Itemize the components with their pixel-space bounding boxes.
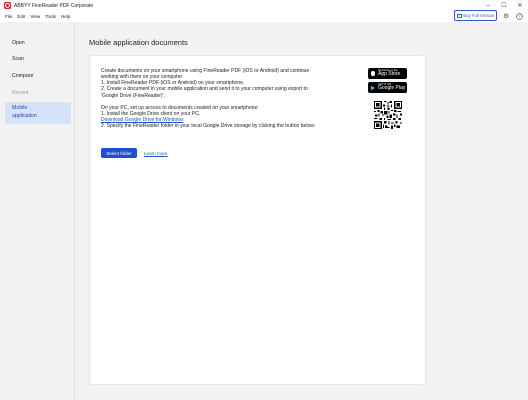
menu-file[interactable]: File	[5, 14, 12, 19]
google-play-label: Google Play	[378, 85, 406, 92]
qr-code-icon	[374, 101, 402, 129]
description: Create documents on your smartphone usin…	[101, 68, 351, 129]
google-play-badge[interactable]: GET IT ON Google Play	[368, 82, 407, 93]
sidebar-item-recent: Recent	[12, 90, 29, 96]
sidebar-item-mobile-application[interactable]: Mobile application	[5, 102, 71, 124]
desc-line: 2. Specify the FineReader folder in your…	[101, 123, 316, 130]
main-content: Mobile application documents Create docu…	[76, 22, 528, 400]
sidebar-item-open[interactable]: Open	[5, 40, 71, 46]
learn-more-link[interactable]: Learn more	[144, 151, 168, 156]
gear-icon[interactable]: ⚙	[502, 12, 510, 20]
buy-full-version-button[interactable]: Buy Full Version	[454, 10, 497, 21]
menu-edit[interactable]: Edit	[17, 14, 25, 19]
abbyy-logo-icon	[4, 2, 11, 9]
menu-bar: File Edit View Tools Help	[0, 11, 528, 22]
window-title: ABBYY FineReader PDF Corporate	[14, 2, 94, 9]
app-store-badge[interactable]: Download on the App Store	[368, 68, 407, 79]
page-title: Mobile application documents	[89, 38, 188, 47]
app-store-label: App Store	[378, 71, 401, 78]
google-play-icon	[371, 85, 375, 90]
menu-tools[interactable]: Tools	[45, 14, 56, 19]
sidebar: Open Scan Compare Recent Mobile applicat…	[0, 22, 75, 400]
select-folder-button[interactable]: Select folder	[101, 148, 137, 158]
sidebar-item-label: Mobile application	[12, 105, 37, 119]
menu-help[interactable]: Help	[61, 14, 70, 19]
title-bar: ABBYY FineReader PDF Corporate – ☐ ✕	[0, 0, 528, 11]
buy-full-version-label: Buy Full Version	[463, 13, 495, 18]
cart-icon	[456, 13, 462, 18]
sidebar-item-compare[interactable]: Compare	[5, 73, 71, 79]
maximize-button[interactable]: ☐	[496, 0, 512, 11]
menu-view[interactable]: View	[30, 14, 40, 19]
svg-text:?: ?	[518, 14, 521, 19]
help-icon[interactable]: ?	[515, 12, 523, 20]
mobile-docs-card: Create documents on your smartphone usin…	[89, 55, 426, 385]
close-button[interactable]: ✕	[512, 0, 528, 11]
apple-icon	[371, 71, 375, 76]
sidebar-item-scan[interactable]: Scan	[5, 56, 71, 62]
